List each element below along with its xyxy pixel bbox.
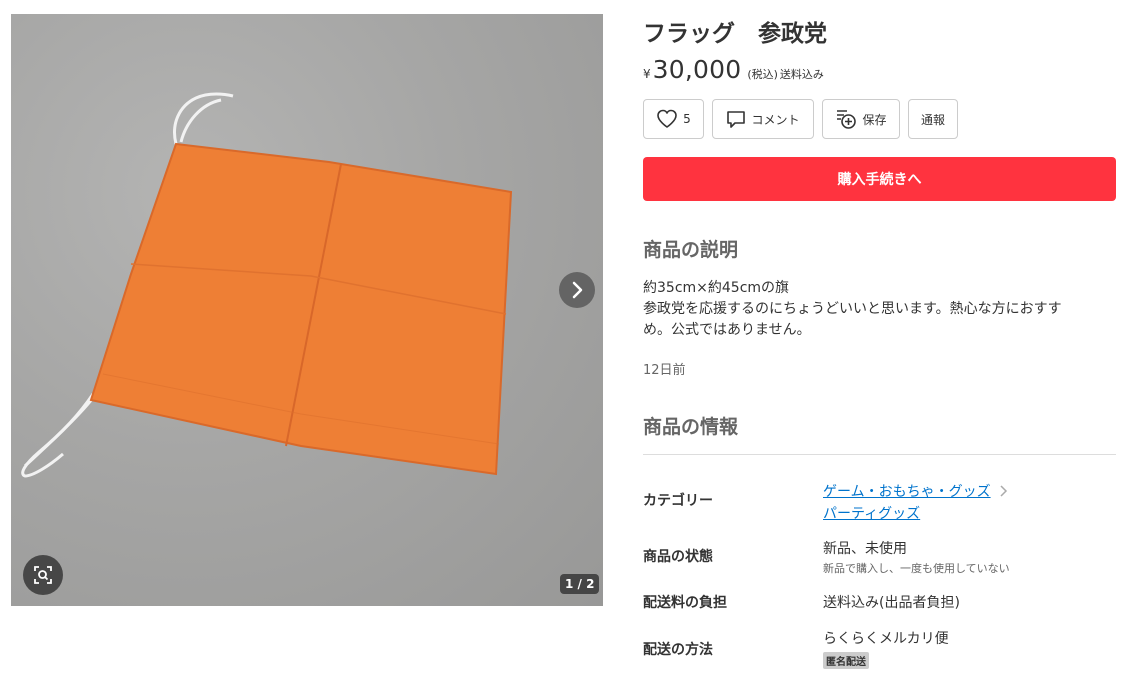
flag-photo [21,92,513,478]
comment-icon [727,111,746,128]
next-image-button[interactable] [559,272,595,308]
report-button[interactable]: 通報 [908,99,958,139]
chevron-right-icon [1000,485,1007,497]
description-line: め。公式ではありません。 [643,322,811,338]
description-line: 参政党を応援するのにちょうどいいと思います。熱心な方におすす [643,301,1062,317]
condition-value: 新品、未使用 新品で購入し、一度も使用していない [823,538,1010,576]
shipping-fee-value: 送料込み(出品者負担) [823,595,960,611]
purchase-button[interactable]: 購入手続きへ [643,157,1116,201]
tax-note: (税込) [747,68,778,81]
like-count: 5 [683,112,691,126]
product-title: フラッグ 参政党 [643,21,827,47]
description-heading: 商品の説明 [643,239,739,261]
price-symbol: ¥ [643,67,651,81]
category-link-level1[interactable]: ゲーム・おもちゃ・グッズ [823,481,991,501]
comment-button[interactable]: コメント [712,99,814,139]
heart-icon [657,109,677,128]
zoom-scan-icon [34,566,52,584]
save-label: 保存 [862,112,887,127]
condition-subtext: 新品で購入し、一度も使用していない [823,562,1010,575]
price-row: ¥30,000 (税込) 送料込み [643,55,824,84]
info-heading: 商品の情報 [643,416,739,438]
zoom-button[interactable] [23,555,63,595]
chevron-right-icon [572,281,583,299]
description-text: 約35cm×約45cmの旗 参政党を応援するのにちょうどいいと思います。熱心な方… [643,278,1118,341]
product-image[interactable]: 1 / 2 [11,14,603,606]
comment-label: コメント [751,112,800,127]
condition-text: 新品、未使用 [823,541,907,557]
condition-label: 商品の状態 [643,549,713,565]
category-value: ゲーム・おもちゃ・グッズ パーティグッズ [823,481,1009,523]
image-counter: 1 / 2 [560,574,600,594]
price-amount: 30,000 [652,55,742,84]
shipping-note: 送料込み [779,68,824,81]
like-button[interactable]: 5 [643,99,704,139]
save-button[interactable]: 保存 [822,99,900,139]
report-label: 通報 [920,112,945,127]
shipping-method-value: らくらくメルカリ便 匿名配送 [823,628,949,669]
shipping-fee-label: 配送料の負担 [643,595,727,611]
shipping-method-text: らくらくメルカリ便 [823,631,949,647]
divider [643,454,1116,455]
category-link-level2[interactable]: パーティグッズ [823,506,920,522]
category-label: カテゴリー [643,493,713,509]
description-line: 約35cm×約45cmの旗 [643,280,790,296]
anonymous-shipping-badge: 匿名配送 [823,652,869,669]
shipping-method-label: 配送の方法 [643,642,713,658]
save-icon [837,110,857,129]
posted-time: 12日前 [643,363,686,378]
